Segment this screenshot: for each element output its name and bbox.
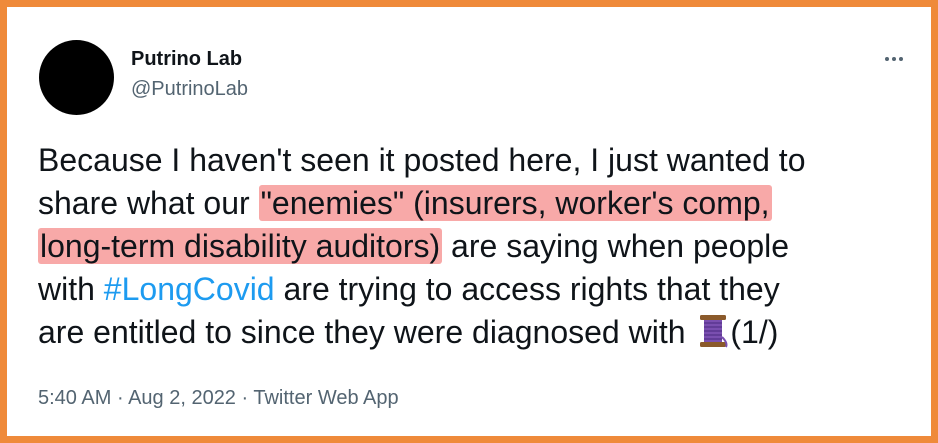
tweet-meta: 5:40 AM · Aug 2, 2022 · Twitter Web App (38, 385, 399, 411)
meta-separator: · (111, 387, 129, 409)
screenshot-frame: Putrino Lab @PutrinoLab Because I haven'… (0, 0, 938, 443)
meta-separator: · (235, 387, 254, 409)
author-name[interactable]: Putrino Lab (131, 47, 248, 71)
tweet-text-segment: are saying when people (442, 228, 790, 264)
more-options-button[interactable] (879, 47, 909, 71)
tweet-time-link[interactable]: 5:40 AM (38, 387, 111, 409)
author-handle[interactable]: @PutrinoLab (131, 77, 248, 101)
tweet-text-segment: are entitled to since they were diagnose… (38, 314, 695, 350)
highlighted-text: "enemies" (insurers, worker's comp, (258, 185, 772, 221)
tweet-line: share what our "enemies" (insurers, work… (38, 182, 918, 225)
tweet-date-link[interactable]: Aug 2, 2022 (128, 387, 236, 409)
tweet-text-segment: are trying to access rights that they (274, 271, 780, 307)
tweet-source: Twitter Web App (253, 387, 399, 409)
avatar[interactable] (39, 40, 114, 115)
tweet-text-segment: with (38, 271, 104, 307)
more-dot-icon (885, 57, 889, 61)
tweet-line: Because I haven't seen it posted here, I… (38, 139, 918, 182)
more-dot-icon (892, 57, 896, 61)
more-dot-icon (899, 57, 903, 61)
tweet-text: Because I haven't seen it posted here, I… (38, 139, 918, 354)
tweet-text-segment: Because I haven't seen it posted here, I… (38, 142, 806, 178)
tweet-line: with #LongCovid are trying to access rig… (38, 268, 918, 311)
tweet-line: long-term disability auditors) are sayin… (38, 225, 918, 268)
highlighted-text: long-term disability auditors) (38, 228, 443, 264)
tweet-text-segment: (1/) (730, 314, 779, 350)
tweet-line: are entitled to since they were diagnose… (38, 311, 918, 354)
tweet-text-segment: share what our (38, 185, 259, 221)
tweet-author: Putrino Lab @PutrinoLab (131, 47, 248, 101)
thread-spool-icon (696, 313, 730, 360)
hashtag-link[interactable]: #LongCovid (104, 271, 275, 307)
